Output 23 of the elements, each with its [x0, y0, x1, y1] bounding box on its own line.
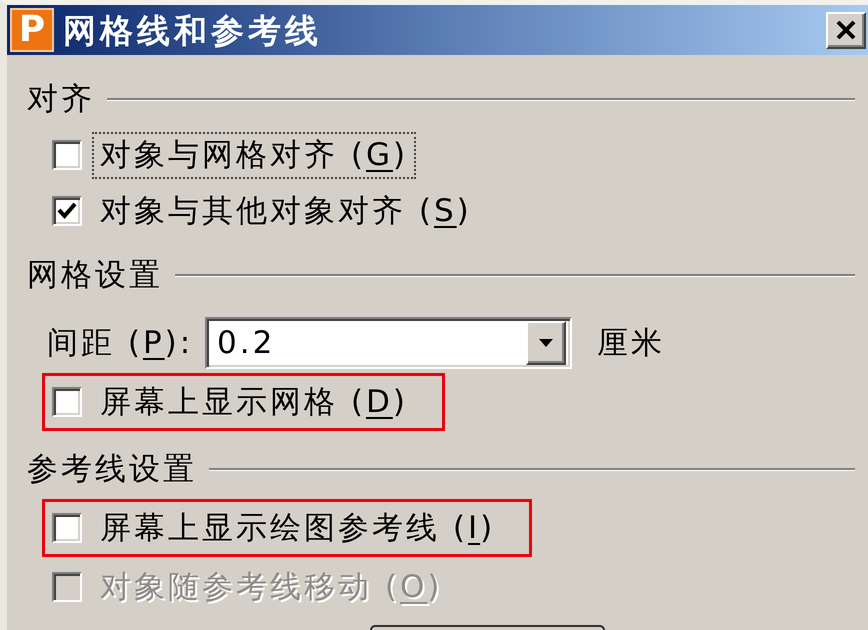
checkbox[interactable]	[52, 196, 82, 226]
button-edge[interactable]	[370, 625, 605, 630]
combo-value: 0.2	[217, 328, 276, 358]
window-title: 网格线和参考线	[63, 14, 322, 46]
checkmark-icon	[57, 202, 77, 220]
combo-box[interactable]: 0.2	[205, 317, 572, 369]
group-heading: 对齐	[27, 84, 95, 114]
group-heading: 参考线设置	[27, 454, 197, 484]
dropdown-button[interactable]	[526, 321, 566, 365]
checkbox-label[interactable]: 对象与网格对齐 (G)	[92, 132, 416, 178]
checkbox-label[interactable]: 屏幕上显示网格 (D)	[92, 378, 416, 426]
checkbox[interactable]	[52, 387, 82, 417]
checkbox[interactable]	[52, 140, 82, 170]
close-icon	[836, 21, 856, 39]
field-label: 间距 (P):	[47, 328, 194, 358]
checkbox-label[interactable]: 屏幕上显示绘图参考线 (I)	[92, 504, 504, 552]
checkbox[interactable]	[52, 513, 82, 543]
group-heading: 网格设置	[27, 260, 163, 290]
unit-label: 厘米	[597, 328, 665, 358]
checkbox-label[interactable]: 对象与其他对象对齐 (S)	[92, 188, 480, 234]
caret-down-icon	[539, 339, 553, 347]
app-logo: P	[10, 8, 54, 52]
close-button[interactable]	[826, 12, 866, 48]
